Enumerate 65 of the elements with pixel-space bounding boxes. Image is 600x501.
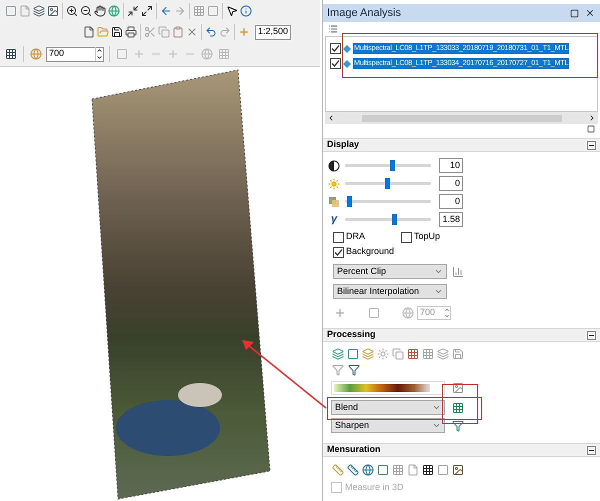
collapse-icon[interactable] bbox=[587, 446, 596, 454]
paste-icon[interactable] bbox=[171, 25, 185, 39]
checkbox[interactable] bbox=[401, 232, 412, 242]
value-field[interactable]: 0 bbox=[439, 194, 463, 209]
gamma-symbol: γ bbox=[330, 212, 338, 228]
undo-icon[interactable] bbox=[204, 25, 218, 39]
zoom-out-icon[interactable] bbox=[79, 4, 93, 18]
checkbox[interactable] bbox=[330, 58, 341, 69]
slider-thumb[interactable] bbox=[384, 178, 390, 189]
pointer-icon[interactable] bbox=[225, 4, 239, 18]
checkbox[interactable] bbox=[330, 43, 341, 54]
add-data-icon[interactable] bbox=[237, 25, 251, 39]
scroll-left-icon[interactable] bbox=[327, 114, 335, 122]
new-file-icon[interactable] bbox=[82, 25, 96, 39]
slider-thumb[interactable] bbox=[390, 160, 395, 171]
close-icon[interactable] bbox=[584, 7, 596, 19]
section-title: Processing bbox=[327, 328, 376, 342]
histogram-icon[interactable] bbox=[451, 264, 465, 278]
blend-dropdown[interactable]: Blend bbox=[331, 400, 445, 415]
section-title: Mensuration bbox=[327, 443, 381, 456]
redo-icon[interactable] bbox=[218, 25, 232, 39]
collapse-icon[interactable] bbox=[587, 330, 596, 340]
scrollbar-thumb[interactable] bbox=[362, 114, 562, 122]
sharpen-dropdown[interactable]: Sharpen bbox=[331, 418, 445, 433]
hand-icon[interactable] bbox=[93, 4, 107, 18]
slider-thumb[interactable] bbox=[392, 214, 397, 225]
restore-icon[interactable] bbox=[569, 8, 580, 18]
back-icon[interactable] bbox=[159, 4, 173, 18]
info-icon[interactable] bbox=[239, 4, 253, 18]
horizontal-scrollbar[interactable] bbox=[325, 112, 598, 124]
panel-title: Image Analysis bbox=[327, 6, 401, 21]
value-field[interactable]: 10 bbox=[439, 158, 463, 173]
checkbox[interactable] bbox=[333, 232, 344, 242]
save-icon[interactable] bbox=[110, 25, 124, 39]
contrast-icon bbox=[328, 160, 340, 172]
elevation-field[interactable]: 700 bbox=[46, 46, 104, 62]
section-header[interactable]: Processing bbox=[323, 328, 600, 342]
checkbox-label: Measure in 3D bbox=[345, 481, 404, 494]
section-header[interactable]: Display bbox=[323, 138, 600, 152]
value-field[interactable]: 0 bbox=[439, 176, 463, 191]
section-header[interactable]: Mensuration bbox=[323, 443, 600, 457]
zoom-in-icon[interactable] bbox=[65, 4, 79, 18]
scale-field[interactable]: 1:2,500 bbox=[255, 24, 292, 40]
brightness-icon bbox=[328, 178, 340, 190]
resampling-dropdown[interactable]: Bilinear Interpolation bbox=[333, 284, 447, 299]
checkbox-label: Background bbox=[346, 245, 394, 258]
slider-thumb[interactable] bbox=[346, 196, 352, 207]
stretch-dropdown[interactable]: Percent Clip bbox=[333, 264, 447, 279]
value-field[interactable]: 1.58 bbox=[439, 212, 463, 227]
transparency-icon bbox=[328, 196, 340, 208]
caret-icon bbox=[434, 287, 443, 296]
checkbox[interactable] bbox=[333, 246, 344, 258]
forward-icon[interactable] bbox=[173, 4, 187, 18]
spin-buttons[interactable] bbox=[95, 47, 103, 61]
checkbox-label: TopUp bbox=[414, 230, 440, 244]
color-ramp-dropdown[interactable] bbox=[331, 381, 445, 395]
cut-icon[interactable] bbox=[143, 25, 157, 39]
collapse-icon[interactable] bbox=[587, 140, 596, 150]
ruler-icon[interactable] bbox=[331, 463, 345, 477]
scroll-right-icon[interactable] bbox=[588, 114, 596, 122]
print-icon[interactable] bbox=[124, 25, 138, 39]
section-title: Display bbox=[327, 138, 360, 152]
caret-icon bbox=[434, 267, 443, 276]
copy-icon[interactable] bbox=[157, 25, 171, 39]
checkbox-label: DRA bbox=[346, 230, 366, 244]
